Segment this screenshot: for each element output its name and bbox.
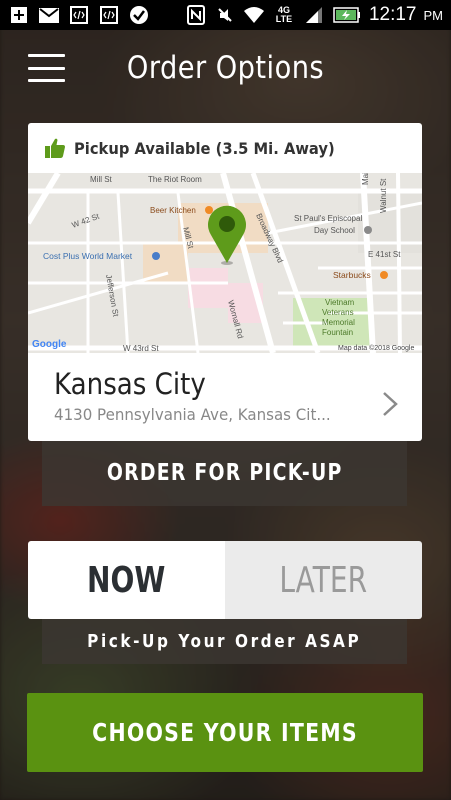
choose-items-label: CHOOSE YOUR ITEMS: [92, 718, 358, 747]
store-address: 4130 Pennsylvania Ave, Kansas Cit...: [54, 405, 331, 424]
map-label: Cost Plus World Market: [43, 251, 133, 261]
timing-toggle: NOW LATER: [28, 541, 422, 619]
app-header: Order Options: [0, 30, 451, 106]
map-label: E 41st St: [368, 250, 401, 259]
order-for-pickup-label: ORDER FOR PICK-UP: [106, 460, 343, 486]
map-label: St Paul's Episcopal: [294, 214, 362, 223]
map-label: Veterans: [322, 308, 354, 317]
map-label: Main St: [361, 173, 370, 185]
4g-lte-icon: 4G LTE: [272, 6, 296, 24]
asap-banner: Pick-Up Your Order ASAP: [42, 619, 407, 664]
map-label: Beer Kitchen: [150, 206, 196, 215]
map-label: Starbucks: [333, 270, 371, 280]
store-name: Kansas City: [54, 367, 206, 401]
google-logo: Google: [32, 339, 67, 350]
map-label: The Riot Room: [148, 175, 202, 184]
signal-icon: [303, 6, 325, 24]
status-time: 12:17: [368, 4, 417, 25]
map-label: Memorial: [322, 318, 355, 327]
check-badge-icon: [128, 6, 150, 24]
map-label: Mill St: [90, 175, 113, 184]
plus-icon: [8, 6, 30, 24]
now-option[interactable]: NOW: [28, 541, 225, 619]
now-label: NOW: [87, 559, 166, 601]
pickup-availability-text: Pickup Available (3.5 Mi. Away): [74, 138, 335, 158]
mute-icon: [214, 6, 236, 24]
map-label: Fountain: [322, 328, 353, 337]
map-label: Vietnam: [325, 298, 355, 307]
status-bar: 4G LTE 12:17 PM: [0, 0, 451, 30]
status-right-icons: 4G LTE 12:17 PM: [185, 4, 443, 26]
order-for-pickup-button[interactable]: ORDER FOR PICK-UP: [42, 441, 407, 506]
asap-text: Pick-Up Your Order ASAP: [87, 631, 362, 652]
map-copyright: Map data ©2018 Google: [338, 344, 414, 352]
location-card: Pickup Available (3.5 Mi. Away) Mill St …: [28, 123, 422, 441]
map-label: Day School: [314, 226, 355, 235]
map-label: Walnut St: [379, 178, 388, 213]
later-option[interactable]: LATER: [225, 541, 422, 619]
battery-charging-icon: [332, 6, 362, 24]
store-select-row[interactable]: Kansas City 4130 Pennsylvania Ave, Kansa…: [28, 353, 422, 441]
network-label: 4G LTE: [275, 5, 293, 24]
choose-items-button[interactable]: CHOOSE YOUR ITEMS: [27, 693, 423, 772]
thumbs-up-icon: [45, 138, 65, 158]
availability-row: Pickup Available (3.5 Mi. Away): [28, 123, 422, 173]
gmail-icon: [38, 6, 60, 24]
status-left-icons: [8, 6, 150, 24]
code-icon: [98, 6, 120, 24]
store-map[interactable]: Mill St The Riot Room Main St Beer Kitch…: [28, 173, 422, 353]
chevron-right-icon: [383, 392, 398, 416]
status-ampm: PM: [423, 7, 444, 23]
code-icon: [68, 6, 90, 24]
wifi-icon: [243, 6, 265, 24]
nfc-icon: [185, 5, 207, 25]
map-label: W 43rd St: [123, 344, 159, 353]
page-title: Order Options: [126, 50, 325, 86]
later-label: LATER: [279, 559, 368, 601]
